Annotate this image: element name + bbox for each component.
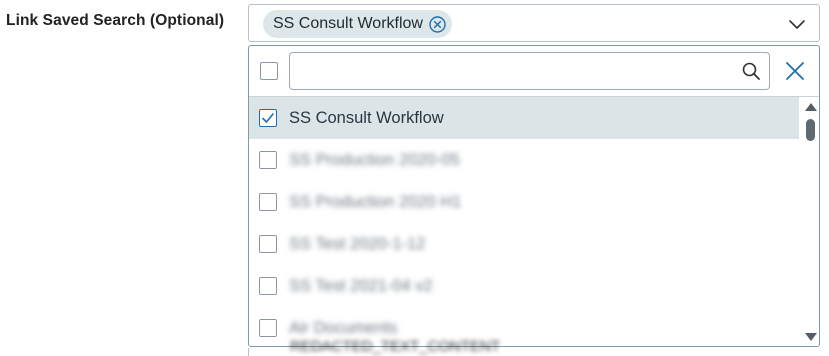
option-label: SS Test 2021-04 v2 bbox=[289, 276, 433, 295]
close-circle-icon bbox=[429, 15, 446, 33]
list-item[interactable]: SS Production 2020 H1 bbox=[249, 181, 799, 223]
option-checkbox[interactable] bbox=[259, 277, 277, 295]
scrollbar[interactable] bbox=[801, 97, 819, 346]
option-checkbox[interactable] bbox=[259, 235, 277, 253]
option-label: Air Documents bbox=[289, 318, 398, 337]
check-icon bbox=[262, 113, 274, 123]
options-list: SS Consult Workflow SS Production 2020-0… bbox=[249, 97, 799, 346]
option-checkbox[interactable] bbox=[259, 319, 277, 337]
chip-remove-button[interactable] bbox=[429, 15, 446, 33]
saved-search-form: Link Saved Search (Optional) SS Consult … bbox=[0, 0, 829, 356]
scroll-down-arrow-icon[interactable] bbox=[805, 333, 817, 341]
selected-chip: SS Consult Workflow bbox=[263, 10, 452, 38]
scroll-up-arrow-icon[interactable] bbox=[805, 103, 817, 111]
option-label: SS Production 2020-05 bbox=[289, 150, 460, 169]
saved-search-select[interactable]: SS Consult Workflow bbox=[248, 4, 820, 42]
list-item[interactable]: SS Test 2021-04 v2 bbox=[249, 265, 799, 307]
option-label: SS Test 2020-1-12 bbox=[289, 234, 426, 253]
select-all-checkbox[interactable] bbox=[260, 62, 278, 80]
option-checkbox[interactable] bbox=[259, 193, 277, 211]
option-label: SS Consult Workflow bbox=[289, 108, 444, 127]
list-item[interactable]: SS Test 2020-1-12 bbox=[249, 223, 799, 265]
search-icon[interactable] bbox=[741, 61, 761, 81]
option-checkbox[interactable] bbox=[259, 109, 277, 127]
list-item[interactable]: SS Production 2020-05 bbox=[249, 139, 799, 181]
option-checkbox[interactable] bbox=[259, 151, 277, 169]
options-dropdown: SS Consult Workflow SS Production 2020-0… bbox=[248, 45, 820, 347]
search-field[interactable] bbox=[289, 52, 770, 90]
underlying-field-text: REDACTED_TEXT_CONTENT bbox=[290, 338, 501, 355]
chevron-down-icon[interactable] bbox=[787, 16, 807, 32]
field-label: Link Saved Search (Optional) bbox=[6, 12, 225, 29]
list-item[interactable]: SS Consult Workflow bbox=[249, 97, 799, 139]
underlying-field-border bbox=[248, 348, 249, 356]
selected-chip-label: SS Consult Workflow bbox=[273, 15, 423, 32]
option-label: SS Production 2020 H1 bbox=[289, 192, 462, 211]
dropdown-header bbox=[249, 46, 819, 97]
search-input[interactable] bbox=[290, 53, 730, 89]
close-icon[interactable] bbox=[784, 60, 806, 82]
scrollbar-thumb[interactable] bbox=[806, 119, 815, 141]
